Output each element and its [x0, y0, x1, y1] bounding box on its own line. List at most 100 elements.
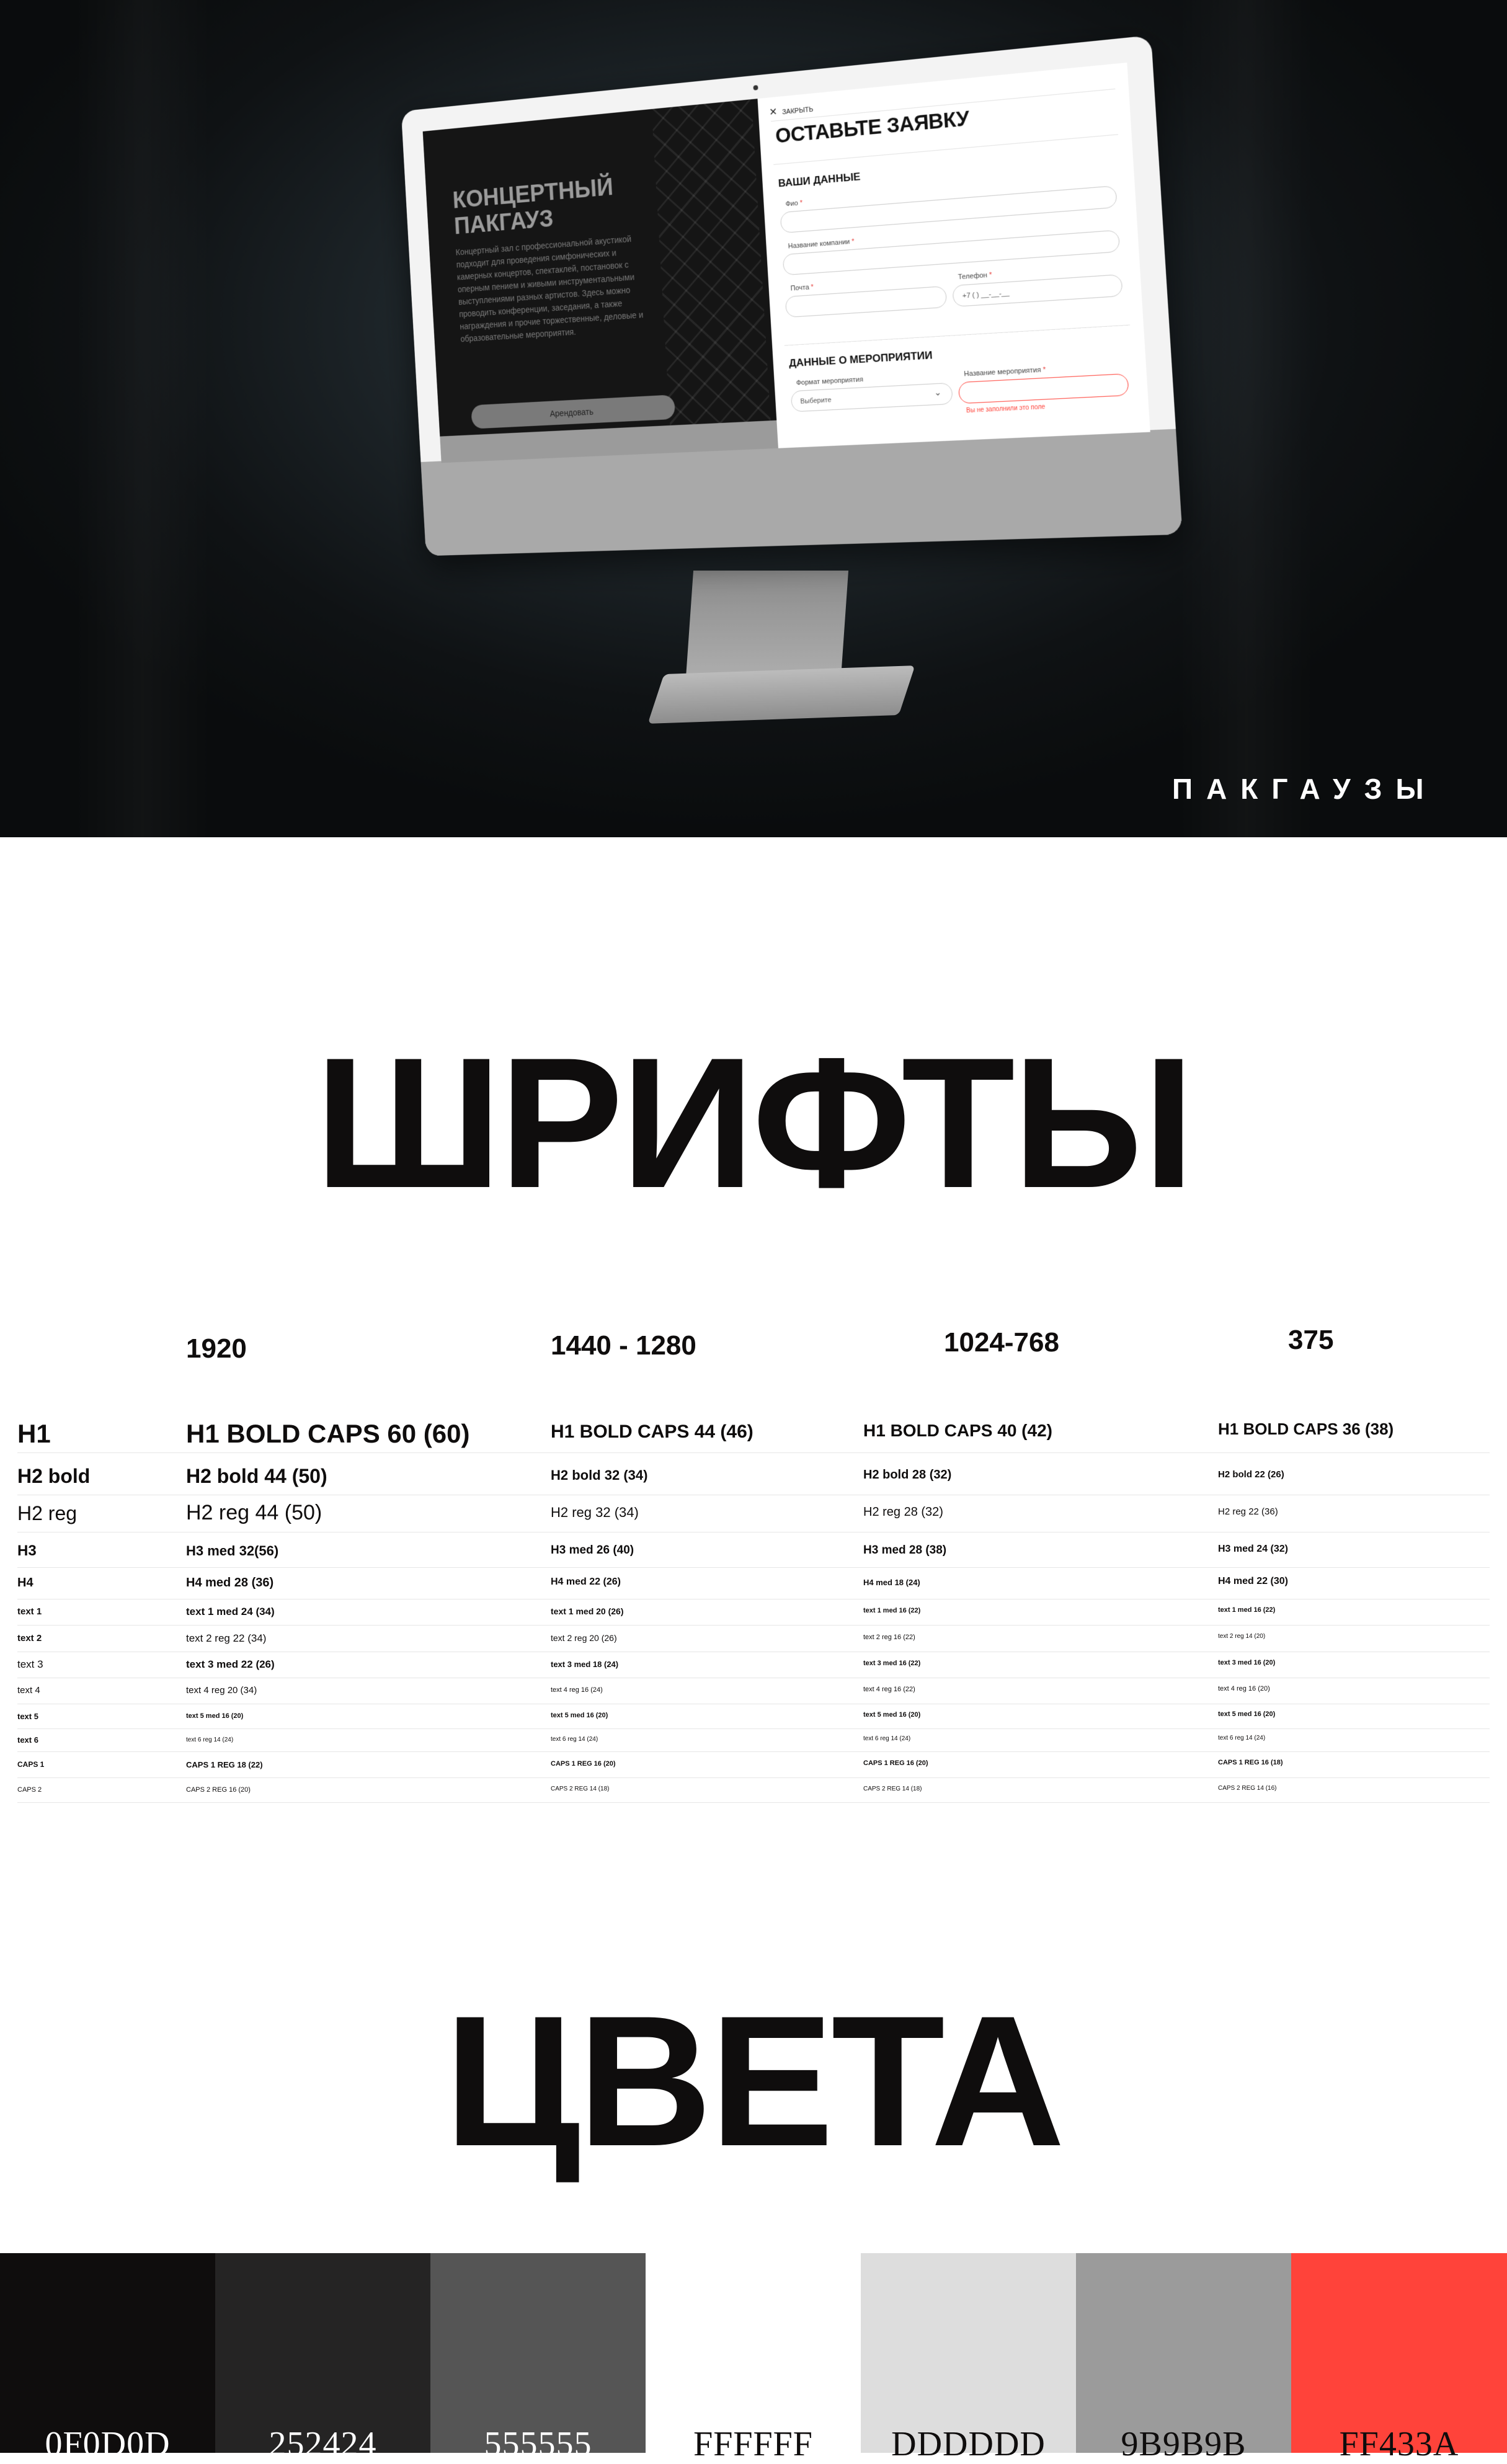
- color-swatch: DDDDDD: [861, 2253, 1076, 2463]
- spec-375: CAPS 1 REG 16 (18): [1218, 1759, 1283, 1767]
- spec-375: text 3 med 16 (20): [1218, 1659, 1276, 1667]
- brand-logo: ПАКГАУЗЫ: [1172, 773, 1438, 805]
- spec-1920: H1 BOLD CAPS 60 (60): [186, 1418, 470, 1448]
- colors-title: ЦВЕТА: [444, 1977, 1065, 2185]
- spec-1024: text 3 med 16 (22): [863, 1660, 921, 1668]
- color-code: DDDDDD: [891, 2425, 1046, 2463]
- type-row: text 3 text 3 med 22 (26) text 3 med 18 (2…: [17, 1652, 1490, 1678]
- spec-1024: text 1 med 16 (22): [863, 1607, 921, 1615]
- chevron-down-icon: ⌄: [933, 386, 942, 398]
- spec-1024: H2 bold 28 (32): [863, 1468, 952, 1482]
- spec-1440: CAPS 1 REG 16 (20): [551, 1759, 616, 1768]
- color-code: 0F0D0D: [45, 2425, 171, 2463]
- style-name: CAPS 1: [17, 1760, 45, 1769]
- monitor-screen: КОНЦЕРТНЫЙ ПАКГАУЗ Концертный зал с проф…: [422, 62, 1150, 463]
- format-label: Формат мероприятия: [796, 375, 864, 387]
- format-select[interactable]: Выберите ⌄: [790, 382, 953, 412]
- type-row: text 1 text 1 med 24 (34) text 1 med 20 (2…: [17, 1599, 1490, 1626]
- spec-1920: text 5 med 16 (20): [186, 1712, 244, 1720]
- color-code: 555555: [484, 2425, 592, 2463]
- company-input[interactable]: [782, 229, 1121, 276]
- style-name: H1: [17, 1418, 51, 1448]
- spec-1024: H4 med 18 (24): [863, 1577, 920, 1587]
- style-name: text 4: [17, 1685, 40, 1696]
- color-code: 9B9B9B: [1121, 2425, 1247, 2463]
- spec-1440: CAPS 2 REG 14 (18): [551, 1786, 610, 1793]
- spec-1440: text 5 med 16 (20): [551, 1711, 608, 1719]
- spec-375: text 2 reg 14 (20): [1218, 1633, 1266, 1640]
- error-message: Вы не заполнили это поле: [966, 403, 1046, 415]
- event-section-title: ДАННЫЕ О МЕРОПРИЯТИИ: [788, 349, 933, 370]
- event-name-label: Название мероприятия *: [964, 366, 1046, 378]
- row-divider: [17, 1452, 1490, 1453]
- spec-375: text 5 med 16 (20): [1218, 1710, 1276, 1719]
- request-form: ✕ ЗАКРЫТЬ ОСТАВЬТЕ ЗАЯВКУ ВАШИ ДАННЫЕ Фио…: [757, 62, 1150, 448]
- monitor-stand-base: [647, 665, 915, 724]
- phone-label: Телефон *: [958, 271, 992, 282]
- divider: [784, 324, 1131, 346]
- spec-375: text 4 reg 16 (20): [1218, 1685, 1270, 1693]
- type-row: H3 H3 med 32(56) H3 med 26 (40) H3 med 28 (…: [17, 1535, 1490, 1568]
- spec-1440: text 1 med 20 (26): [551, 1606, 624, 1617]
- close-label: ЗАКРЫТЬ: [781, 105, 814, 117]
- spec-1024: CAPS 2 REG 14 (18): [863, 1785, 922, 1792]
- background-wall: [1178, 0, 1315, 837]
- spec-1920: H2 bold 44 (50): [186, 1464, 327, 1487]
- spec-375: H4 med 22 (30): [1218, 1575, 1288, 1586]
- spec-1920: text 6 reg 14 (24): [186, 1736, 234, 1743]
- style-name: text 1: [17, 1606, 42, 1617]
- style-name: text 3: [17, 1658, 43, 1671]
- spec-375: H3 med 24 (32): [1218, 1544, 1288, 1555]
- spec-1920: text 4 reg 20 (34): [186, 1685, 257, 1696]
- spec-1920: H4 med 28 (36): [186, 1576, 274, 1590]
- spec-375: text 1 med 16 (22): [1218, 1606, 1276, 1614]
- close-icon[interactable]: ✕: [769, 107, 778, 118]
- column-header-1440: 1440 - 1280: [551, 1330, 696, 1361]
- spec-1920: CAPS 2 REG 16 (20): [186, 1786, 251, 1794]
- type-row: CAPS 1 CAPS 1 REG 18 (22) CAPS 1 REG 16 (2…: [17, 1751, 1490, 1778]
- venue-title: КОНЦЕРТНЫЙ ПАКГАУЗ: [451, 173, 614, 240]
- spec-1024: CAPS 1 REG 16 (20): [863, 1759, 928, 1768]
- spec-1920: text 2 reg 22 (34): [186, 1632, 267, 1644]
- spec-1920: text 1 med 24 (34): [186, 1606, 275, 1618]
- spec-375: text 6 reg 14 (24): [1218, 1735, 1266, 1742]
- column-header-1024: 1024-768: [944, 1327, 1059, 1358]
- spec-1024: H1 BOLD CAPS 40 (42): [863, 1420, 1052, 1440]
- type-row: text 6 text 6 reg 14 (24) text 6 reg 14 (2…: [17, 1728, 1490, 1752]
- spec-1920: CAPS 1 REG 18 (22): [186, 1759, 263, 1769]
- type-row: CAPS 2 CAPS 2 REG 16 (20) CAPS 2 REG 14 (1…: [17, 1777, 1490, 1803]
- fio-input[interactable]: [780, 185, 1118, 234]
- company-label: Название компании *: [788, 238, 855, 251]
- rent-button[interactable]: Арендовать: [471, 394, 676, 429]
- venue-panel: КОНЦЕРТНЫЙ ПАКГАУЗ Концертный зал с проф…: [422, 99, 778, 463]
- spec-1440: text 6 reg 14 (24): [551, 1735, 598, 1743]
- color-code: FF433A: [1339, 2425, 1459, 2463]
- color-swatch: 252424: [215, 2253, 430, 2463]
- event-name-input[interactable]: [958, 373, 1129, 404]
- spec-1024: text 2 reg 16 (22): [863, 1633, 915, 1641]
- color-swatch: FF433A: [1291, 2253, 1507, 2463]
- row-divider: [17, 1802, 1490, 1803]
- type-row: H1 H1 BOLD CAPS 60 (60) H1 BOLD CAPS 44 (4…: [17, 1415, 1490, 1453]
- spec-1024: H3 med 28 (38): [863, 1543, 947, 1557]
- color-code: 252424: [269, 2425, 377, 2463]
- column-header-375: 375: [1288, 1325, 1334, 1355]
- color-swatch: 555555: [430, 2253, 646, 2463]
- spec-375: CAPS 2 REG 14 (16): [1218, 1784, 1277, 1792]
- spec-1920: H3 med 32(56): [186, 1543, 279, 1559]
- spec-1440: H1 BOLD CAPS 44 (46): [551, 1421, 754, 1442]
- spec-375: H2 bold 22 (26): [1218, 1469, 1284, 1480]
- fio-label: Фио *: [785, 199, 803, 208]
- spec-1920: text 3 med 22 (26): [186, 1658, 275, 1671]
- type-row: text 5 text 5 med 16 (20) text 5 med 16 (2…: [17, 1704, 1490, 1729]
- close-control[interactable]: ✕ ЗАКРЫТЬ: [769, 102, 814, 119]
- email-label: Почта *: [790, 283, 814, 293]
- style-name: H3: [17, 1542, 37, 1560]
- type-row: H2 reg H2 reg 44 (50) H2 reg 32 (34) H2 reg…: [17, 1495, 1490, 1532]
- color-swatch: FFFFFF: [646, 2253, 861, 2463]
- style-name: H2 reg: [17, 1501, 78, 1524]
- style-name: CAPS 2: [17, 1786, 42, 1794]
- spec-375: H1 BOLD CAPS 36 (38): [1218, 1420, 1394, 1439]
- type-row: H4 H4 med 28 (36) H4 med 22 (26) H4 med 18 …: [17, 1567, 1490, 1599]
- color-code: FFFFFF: [693, 2425, 813, 2463]
